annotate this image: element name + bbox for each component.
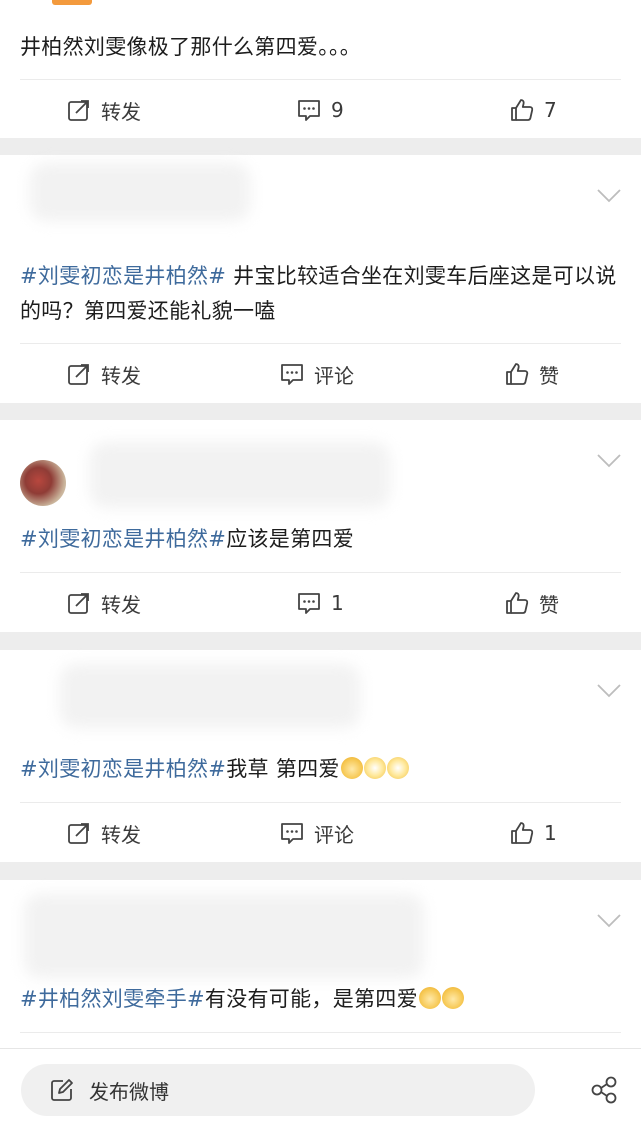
repost-label: 转发 — [101, 592, 141, 617]
repost-button[interactable]: 转发 — [66, 344, 141, 404]
comment-button[interactable]: 9 — [296, 80, 344, 140]
repost-icon — [66, 820, 92, 846]
hashtag-link[interactable]: #刘雯初恋是井柏然# — [20, 757, 226, 781]
post-text: #刘雯初恋是井柏然# 井宝比较适合坐在刘雯车后座这是可以说的吗？第四爱还能礼貌一… — [20, 259, 623, 329]
author-header-blurred — [30, 163, 250, 221]
thumbs-up-icon — [509, 97, 535, 123]
divider — [20, 1032, 621, 1033]
like-label: 赞 — [539, 592, 559, 617]
accent-indicator — [52, 0, 92, 5]
post-body: 井柏然刘雯像极了那什么第四爱。。。 — [20, 35, 362, 59]
comment-button[interactable]: 评论 — [279, 344, 354, 404]
like-label: 赞 — [539, 363, 559, 388]
like-button[interactable]: 赞 — [504, 344, 559, 404]
like-button[interactable]: 1 — [509, 803, 557, 863]
like-button[interactable]: 赞 — [504, 573, 559, 633]
comment-button[interactable]: 1 — [296, 573, 344, 633]
bottom-bar: 发布微博 — [0, 1048, 641, 1132]
post-card-4: #刘雯初恋是井柏然#我草 第四爱 转发 评论 1 — [0, 650, 641, 862]
comment-icon — [279, 820, 305, 846]
post-actions: 转发 1 赞 — [0, 573, 641, 633]
post-text: #井柏然刘雯牵手#有没有可能，是第四爱 — [20, 982, 623, 1017]
post-card-1: 井柏然刘雯像极了那什么第四爱。。。 转发 9 7 — [0, 0, 641, 138]
post-card-2: #刘雯初恋是井柏然# 井宝比较适合坐在刘雯车后座这是可以说的吗？第四爱还能礼貌一… — [0, 155, 641, 403]
repost-button[interactable]: 转发 — [66, 573, 141, 633]
chevron-down-icon[interactable] — [597, 189, 621, 203]
post-text: #刘雯初恋是井柏然#应该是第四爱 — [20, 522, 623, 557]
comment-label: 评论 — [314, 363, 354, 388]
cat-emoji-icon — [418, 987, 441, 1009]
edit-icon — [51, 1079, 73, 1101]
hashtag-link[interactable]: #刘雯初恋是井柏然# — [20, 527, 226, 551]
repost-label: 转发 — [101, 99, 141, 124]
like-count: 7 — [544, 98, 557, 122]
post-card-3: #刘雯初恋是井柏然#应该是第四爱 转发 1 赞 — [0, 420, 641, 632]
comment-icon — [296, 97, 322, 123]
eyes-emoji-icon — [386, 757, 409, 779]
hashtag-link[interactable]: #井柏然刘雯牵手# — [20, 987, 205, 1011]
avatar[interactable] — [20, 460, 66, 506]
chevron-down-icon[interactable] — [597, 454, 621, 468]
post-body: 应该是第四爱 — [226, 527, 355, 551]
repost-button[interactable]: 转发 — [66, 80, 141, 140]
post-actions: 转发 9 7 — [0, 80, 641, 140]
post-actions: 转发 评论 赞 — [0, 344, 641, 404]
repost-icon — [66, 590, 92, 616]
like-button[interactable]: 7 — [509, 80, 557, 140]
post-text: #刘雯初恋是井柏然#我草 第四爱 — [20, 752, 623, 787]
compose-input[interactable]: 发布微博 — [21, 1064, 535, 1116]
comment-count: 9 — [331, 98, 344, 122]
repost-icon — [66, 97, 92, 123]
eyes-emoji-icon — [363, 757, 386, 779]
post-card-5: #井柏然刘雯牵手#有没有可能，是第四爱 — [0, 880, 641, 1048]
comment-count: 1 — [331, 591, 344, 615]
author-header-blurred — [90, 442, 390, 508]
post-actions: 转发 评论 1 — [0, 803, 641, 863]
cat-emoji-icon — [441, 987, 464, 1009]
repost-label: 转发 — [101, 822, 141, 847]
compose-label: 发布微博 — [89, 1079, 169, 1104]
like-count: 1 — [544, 821, 557, 845]
post-text: 井柏然刘雯像极了那什么第四爱。。。 — [20, 30, 623, 65]
post-body: 有没有可能，是第四爱 — [204, 987, 418, 1011]
comment-icon — [279, 361, 305, 387]
chevron-down-icon[interactable] — [597, 914, 621, 928]
comment-label: 评论 — [314, 822, 354, 847]
repost-label: 转发 — [101, 363, 141, 388]
thumbs-up-icon — [509, 820, 535, 846]
cat-emoji-icon — [340, 757, 363, 779]
chevron-down-icon[interactable] — [597, 684, 621, 698]
thumbs-up-icon — [504, 361, 530, 387]
repost-icon — [66, 361, 92, 387]
comment-icon — [296, 590, 322, 616]
comment-button[interactable]: 评论 — [279, 803, 354, 863]
author-header-blurred — [24, 894, 424, 978]
post-body: 我草 第四爱 — [226, 757, 340, 781]
share-icon[interactable] — [589, 1075, 619, 1105]
author-header-blurred — [60, 664, 360, 728]
hashtag-link[interactable]: #刘雯初恋是井柏然# — [20, 264, 226, 288]
repost-button[interactable]: 转发 — [66, 803, 141, 863]
thumbs-up-icon — [504, 590, 530, 616]
